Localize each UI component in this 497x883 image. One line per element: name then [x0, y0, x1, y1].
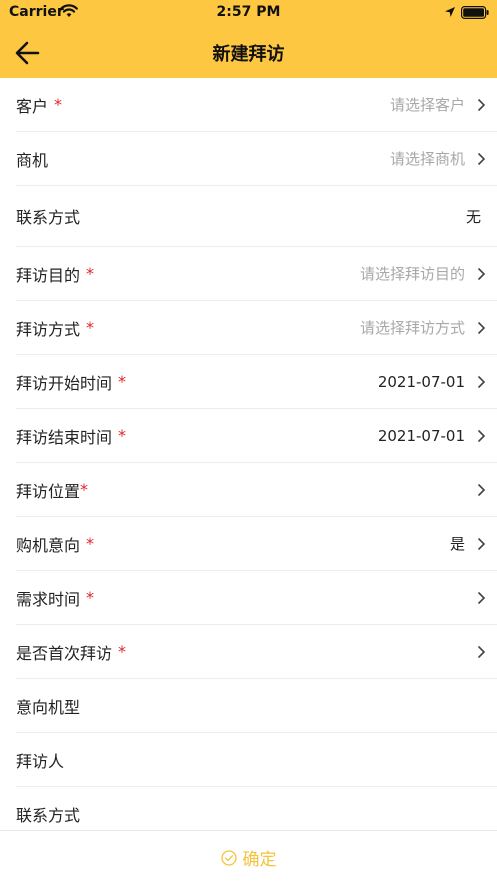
row-label: 拜访开始时间 *: [16, 372, 127, 393]
required-mark: *: [54, 95, 63, 114]
form-row-visit-purpose[interactable]: 拜访目的 * 请选择拜访目的: [16, 247, 497, 301]
row-label: 联系方式: [16, 208, 81, 227]
chevron-right-icon: [477, 591, 486, 604]
confirm-label: 确定: [242, 850, 277, 870]
location-arrow-icon: [445, 7, 455, 17]
required-mark: *: [118, 642, 127, 661]
required-mark: *: [118, 426, 127, 445]
form-row-start-time[interactable]: 拜访开始时间 * 2021-07-01: [16, 355, 497, 409]
required-mark: *: [86, 534, 95, 553]
chevron-right-icon: [477, 537, 486, 550]
row-label: 是否首次拜访 *: [16, 642, 127, 663]
form-row-opportunity[interactable]: 商机 请选择商机: [16, 132, 497, 186]
row-label: 拜访结束时间 *: [16, 426, 127, 447]
customer-select[interactable]: 请选择客户: [390, 78, 465, 131]
row-label: 商机: [16, 150, 49, 170]
form-row-customer[interactable]: 客户 * 请选择客户: [16, 78, 497, 132]
visit-purpose-select[interactable]: 请选择拜访目的: [360, 247, 465, 300]
carrier-label: Carrier: [9, 4, 64, 20]
form-row-visitor[interactable]: 拜访人: [16, 733, 497, 787]
wifi-icon: [60, 4, 78, 17]
row-label: 拜访目的 *: [16, 264, 95, 285]
purchase-intent-select[interactable]: 是: [450, 517, 465, 570]
row-label: 需求时间 *: [16, 588, 95, 609]
required-mark: *: [86, 318, 95, 337]
footer-bar: 确定: [0, 830, 497, 883]
row-label: 拜访人: [16, 751, 65, 771]
chevron-right-icon: [477, 645, 486, 658]
start-date-picker[interactable]: 2021-07-01: [378, 355, 465, 408]
back-arrow-icon[interactable]: [12, 38, 42, 68]
row-label: 客户 *: [16, 95, 63, 116]
opportunity-select[interactable]: 请选择商机: [390, 132, 465, 185]
required-mark: *: [86, 588, 95, 607]
form-row-demand-time[interactable]: 需求时间 *: [16, 571, 497, 625]
form-row-location[interactable]: 拜访位置 *: [16, 463, 497, 517]
battery-icon: [461, 6, 489, 19]
chevron-right-icon: [477, 375, 486, 388]
required-mark: *: [80, 480, 89, 499]
row-label: 意向机型: [16, 697, 81, 717]
end-date-picker[interactable]: 2021-07-01: [378, 409, 465, 462]
page-title: 新建拜访: [212, 44, 285, 65]
chevron-right-icon: [477, 321, 486, 334]
chevron-right-icon: [477, 98, 486, 111]
contact-value: 无: [465, 207, 481, 226]
form-row-first-visit[interactable]: 是否首次拜访 *: [16, 625, 497, 679]
form-row-intended-model[interactable]: 意向机型: [16, 679, 497, 733]
required-mark: *: [118, 372, 127, 391]
chevron-right-icon: [477, 152, 486, 165]
status-bar: Carrier 2:57 PM: [0, 0, 497, 26]
chevron-right-icon: [477, 429, 486, 442]
row-label: 购机意向 *: [16, 534, 95, 555]
form-row-end-time[interactable]: 拜访结束时间 * 2021-07-01: [16, 409, 497, 463]
visit-method-select[interactable]: 请选择拜访方式: [360, 301, 465, 354]
confirm-button[interactable]: 确定: [0, 831, 497, 883]
row-label: 拜访方式 *: [16, 318, 95, 339]
form-row-purchase-intent[interactable]: 购机意向 * 是: [16, 517, 497, 571]
form-row-visit-method[interactable]: 拜访方式 * 请选择拜访方式: [16, 301, 497, 355]
header-bar: Carrier 2:57 PM 新建拜访: [0, 0, 497, 78]
form-row-contact: 联系方式 无: [16, 186, 497, 247]
check-circle-icon: [220, 849, 237, 866]
chevron-right-icon: [477, 267, 486, 280]
row-label: 拜访位置 *: [16, 480, 89, 501]
required-mark: *: [86, 264, 95, 283]
chevron-right-icon: [477, 483, 486, 496]
